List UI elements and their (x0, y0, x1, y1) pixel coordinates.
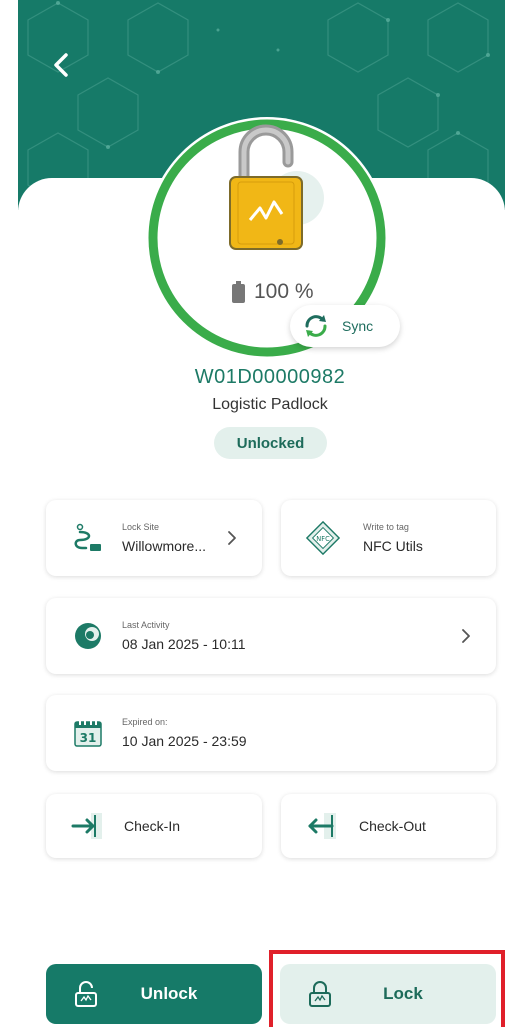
check-in-button[interactable]: Check-In (46, 794, 262, 858)
chevron-right-icon (228, 531, 236, 545)
check-in-icon (70, 808, 106, 844)
check-out-icon (305, 808, 341, 844)
battery-indicator: 100 % (232, 280, 314, 304)
last-activity-value: 08 Jan 2025 - 10:11 (122, 636, 246, 652)
unlock-button[interactable]: Unlock (46, 964, 262, 1024)
status-badge: Unlocked (214, 427, 327, 459)
expiry-card: 31 Expired on: 10 Jan 2025 - 23:59 (46, 695, 496, 771)
nfc-value: NFC Utils (363, 538, 423, 554)
battery-level: 100 % (254, 280, 314, 303)
padlock-unlocked-icon (229, 124, 303, 250)
expired-value: 10 Jan 2025 - 23:59 (122, 733, 247, 749)
nfc-utils-card[interactable]: NFC Write to tag NFC Utils (281, 500, 496, 576)
left-margin (0, 0, 18, 1027)
sync-icon (305, 315, 327, 337)
nfc-tag-icon: NFC (305, 520, 341, 556)
expired-label: Expired on: (122, 717, 168, 727)
lock-site-icon (70, 520, 106, 556)
last-activity-label: Last Activity (122, 620, 170, 630)
check-out-button[interactable]: Check-Out (281, 794, 496, 858)
lock-site-value: Willowmore... (122, 538, 207, 554)
sync-label: Sync (342, 318, 374, 334)
chevron-left-icon (54, 53, 68, 77)
back-button[interactable] (46, 48, 76, 82)
lock-site-card[interactable]: Lock Site Willowmore... (46, 500, 262, 576)
unlock-label: Unlock (140, 984, 198, 1003)
sync-button[interactable]: Sync (290, 305, 400, 347)
nfc-badge-text: NFC (316, 535, 330, 543)
calendar-day: 31 (80, 731, 97, 745)
check-in-label: Check-In (124, 818, 181, 834)
lock-site-label: Lock Site (122, 522, 160, 532)
chevron-right-icon (462, 629, 470, 643)
last-activity-card[interactable]: Last Activity 08 Jan 2025 - 10:11 (46, 598, 496, 674)
lock-type: Logistic Padlock (212, 396, 328, 413)
calendar-icon: 31 (70, 715, 106, 751)
check-out-label: Check-Out (359, 818, 426, 834)
lock-button-highlight (269, 950, 505, 1027)
battery-icon (232, 281, 245, 303)
nfc-label: Write to tag (363, 522, 409, 532)
lock-id: W01D00000982 (194, 366, 346, 388)
activity-icon (70, 618, 106, 654)
